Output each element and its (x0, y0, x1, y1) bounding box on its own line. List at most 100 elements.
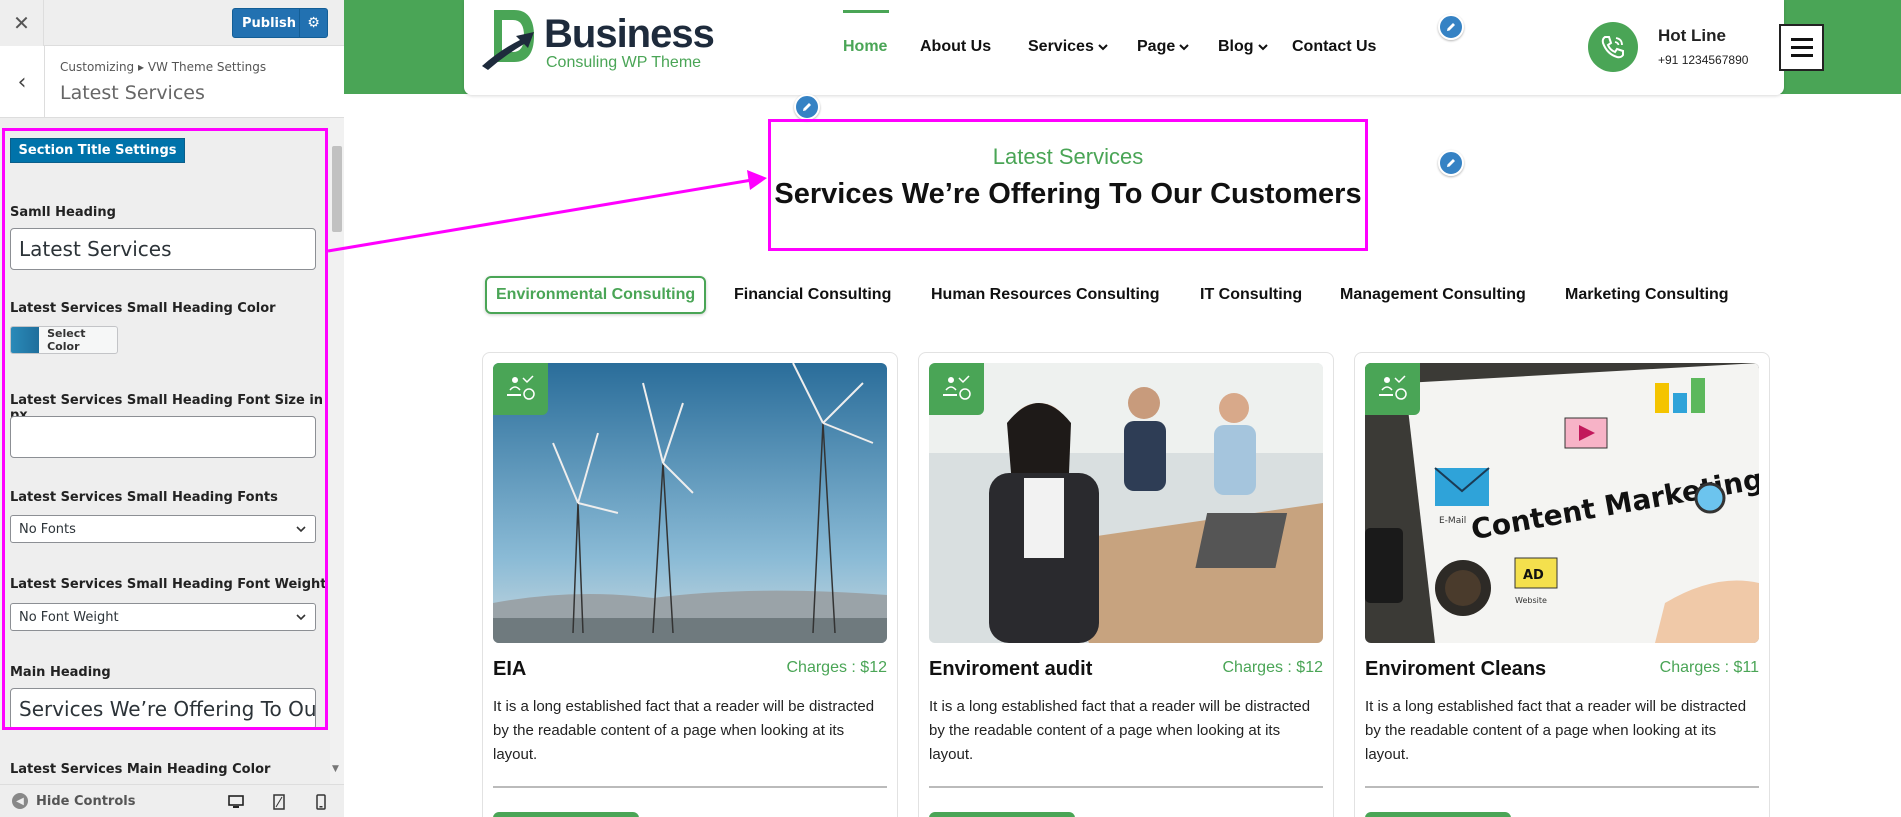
nav-contact-us[interactable]: Contact Us (1292, 38, 1376, 56)
small-heading-input[interactable]: Latest Services (10, 228, 316, 270)
nav-about-us-label: About Us (920, 38, 992, 55)
small-heading-color-label: Latest Services Small Heading Color (10, 301, 276, 316)
edit-shortcut-pencil-icon[interactable] (1438, 14, 1464, 40)
section-main-heading: Services We’re Offering To Our Customers (774, 178, 1362, 210)
close-button[interactable]: ✕ (0, 0, 44, 46)
hamburger-icon (1790, 38, 1813, 41)
section-title: Latest Services (60, 82, 205, 104)
gear-icon[interactable]: ⚙ (299, 9, 327, 37)
chevron-down-icon (296, 526, 306, 533)
service-tabs: Environmental Consulting Financial Consu… (344, 276, 1901, 314)
small-heading-font-weight-value: No Font Weight (19, 609, 119, 625)
mobile-preview-icon[interactable] (312, 793, 330, 811)
image-email-text: E-Mail (1439, 516, 1466, 526)
tab-it-consulting[interactable]: IT Consulting (1191, 276, 1311, 314)
card-read-more-button[interactable] (929, 812, 1075, 817)
site-preview: Business Consuling WP Theme Home About U… (344, 0, 1901, 817)
edit-shortcut-pencil-icon[interactable] (794, 94, 820, 120)
edit-shortcut-pencil-icon[interactable] (1438, 150, 1464, 176)
main-heading-label: Main Heading (10, 665, 111, 680)
select-color-button[interactable]: Select Color (10, 326, 118, 354)
chevron-down-icon (296, 614, 306, 621)
site-header: Business Consuling WP Theme Home About U… (464, 0, 1824, 95)
card-description: It is a long established fact that a rea… (929, 698, 1311, 763)
hamburger-menu-button[interactable] (1779, 24, 1824, 71)
main-heading-input[interactable]: Services We’re Offering To Our Customers (10, 688, 316, 730)
section-header: ‹ Customizing ▸ VW Theme Settings Latest… (0, 46, 344, 118)
customizer-footer: ◀ Hide Controls (0, 784, 344, 817)
chevron-down-icon (1257, 44, 1268, 51)
phone-icon (1588, 22, 1638, 72)
card-charges: Charges : $12 (786, 659, 887, 676)
tab-environmental-consulting[interactable]: Environmental Consulting (485, 276, 707, 314)
small-heading-fonts-value: No Fonts (19, 521, 76, 537)
card-charges: Charges : $11 (1659, 659, 1759, 676)
tab-human-resources-consulting[interactable]: Human Resources Consulting (922, 276, 1168, 314)
screen: ✕ Publish ⚙ ‹ Customizing ▸ VW Theme Set… (0, 0, 1901, 817)
hamburger-icon (1790, 54, 1813, 57)
service-card: Enviroment audit Charges : $12 It is a l… (918, 352, 1334, 817)
consulting-icon (493, 363, 548, 415)
card-charges: Charges : $12 (1222, 659, 1323, 676)
card-divider (1365, 786, 1759, 788)
small-heading-label: Samll Heading (10, 205, 116, 220)
site-logo[interactable]: Business Consuling WP Theme (480, 6, 715, 74)
card-divider (493, 786, 887, 788)
nav-about-us[interactable]: About Us (920, 38, 991, 56)
chevron-left-icon: ‹ (17, 69, 27, 95)
nav-blog-label: Blog (1218, 38, 1254, 55)
business-meeting-image (929, 363, 1323, 643)
card-description: It is a long established fact that a rea… (493, 698, 875, 763)
small-heading-font-size-input[interactable] (10, 416, 316, 458)
collapse-icon: ◀ (12, 793, 28, 809)
small-heading-fonts-select[interactable]: No Fonts (10, 515, 316, 543)
publish-label: Publish (242, 15, 296, 31)
content-marketing-image: E-Mail Content Marketing AD Website (1365, 363, 1759, 643)
logo-title: Business (544, 12, 715, 56)
scroll-down-icon[interactable]: ▼ (332, 764, 339, 774)
hide-controls-button[interactable]: ◀ Hide Controls (12, 793, 135, 809)
scrollbar-thumb[interactable] (332, 146, 342, 232)
tab-marketing-consulting[interactable]: Marketing Consulting (1556, 276, 1738, 314)
nav-services[interactable]: Services (1028, 38, 1109, 56)
nav-blog[interactable]: Blog (1218, 38, 1269, 56)
small-heading-font-weight-select[interactable]: No Font Weight (10, 603, 316, 631)
hamburger-icon (1790, 46, 1813, 49)
desktop-preview-icon[interactable] (227, 793, 245, 811)
card-divider (929, 786, 1323, 788)
card-title: Enviroment Cleans (1365, 658, 1547, 680)
back-button[interactable]: ‹ (0, 46, 45, 118)
nav-active-indicator (843, 10, 889, 13)
small-heading-font-weight-label: Latest Services Small Heading Font Weigh… (10, 577, 327, 592)
section-title-settings-badge: Section Title Settings (10, 138, 185, 163)
nav-home[interactable]: Home (843, 38, 887, 56)
chevron-down-icon (1179, 44, 1189, 51)
service-card: EIA Charges : $12 It is a long establish… (482, 352, 898, 817)
logo-mark-icon (482, 10, 534, 70)
hotline-number: +91 1234567890 (1658, 53, 1749, 67)
select-color-label: Select Color (47, 327, 86, 353)
card-title: Enviroment audit (929, 658, 1093, 680)
image-ad-text: AD (1523, 568, 1544, 583)
nav-page-label: Page (1137, 38, 1176, 55)
nav-services-label: Services (1028, 38, 1094, 55)
consulting-icon (929, 363, 984, 415)
nav-contact-us-label: Contact Us (1292, 38, 1377, 55)
close-icon: ✕ (13, 11, 30, 35)
tablet-preview-icon[interactable] (270, 793, 288, 811)
tab-management-consulting[interactable]: Management Consulting (1331, 276, 1535, 314)
tab-financial-consulting[interactable]: Financial Consulting (725, 276, 900, 314)
card-description: It is a long established fact that a rea… (1365, 698, 1747, 763)
wind-turbines-image (493, 363, 887, 643)
customizer-topbar: ✕ Publish ⚙ (0, 0, 344, 46)
consulting-icon (1365, 363, 1420, 415)
card-read-more-button[interactable] (1365, 812, 1511, 817)
small-heading-fonts-label: Latest Services Small Heading Fonts (10, 490, 278, 505)
publish-button[interactable]: Publish ⚙ (232, 8, 328, 38)
nav-home-label: Home (843, 38, 888, 55)
card-read-more-button[interactable] (493, 812, 639, 817)
breadcrumb: Customizing ▸ VW Theme Settings (60, 60, 267, 74)
color-swatch (11, 327, 40, 353)
service-card: E-Mail Content Marketing AD Website Envi… (1354, 352, 1770, 817)
nav-page[interactable]: Page (1137, 38, 1190, 56)
